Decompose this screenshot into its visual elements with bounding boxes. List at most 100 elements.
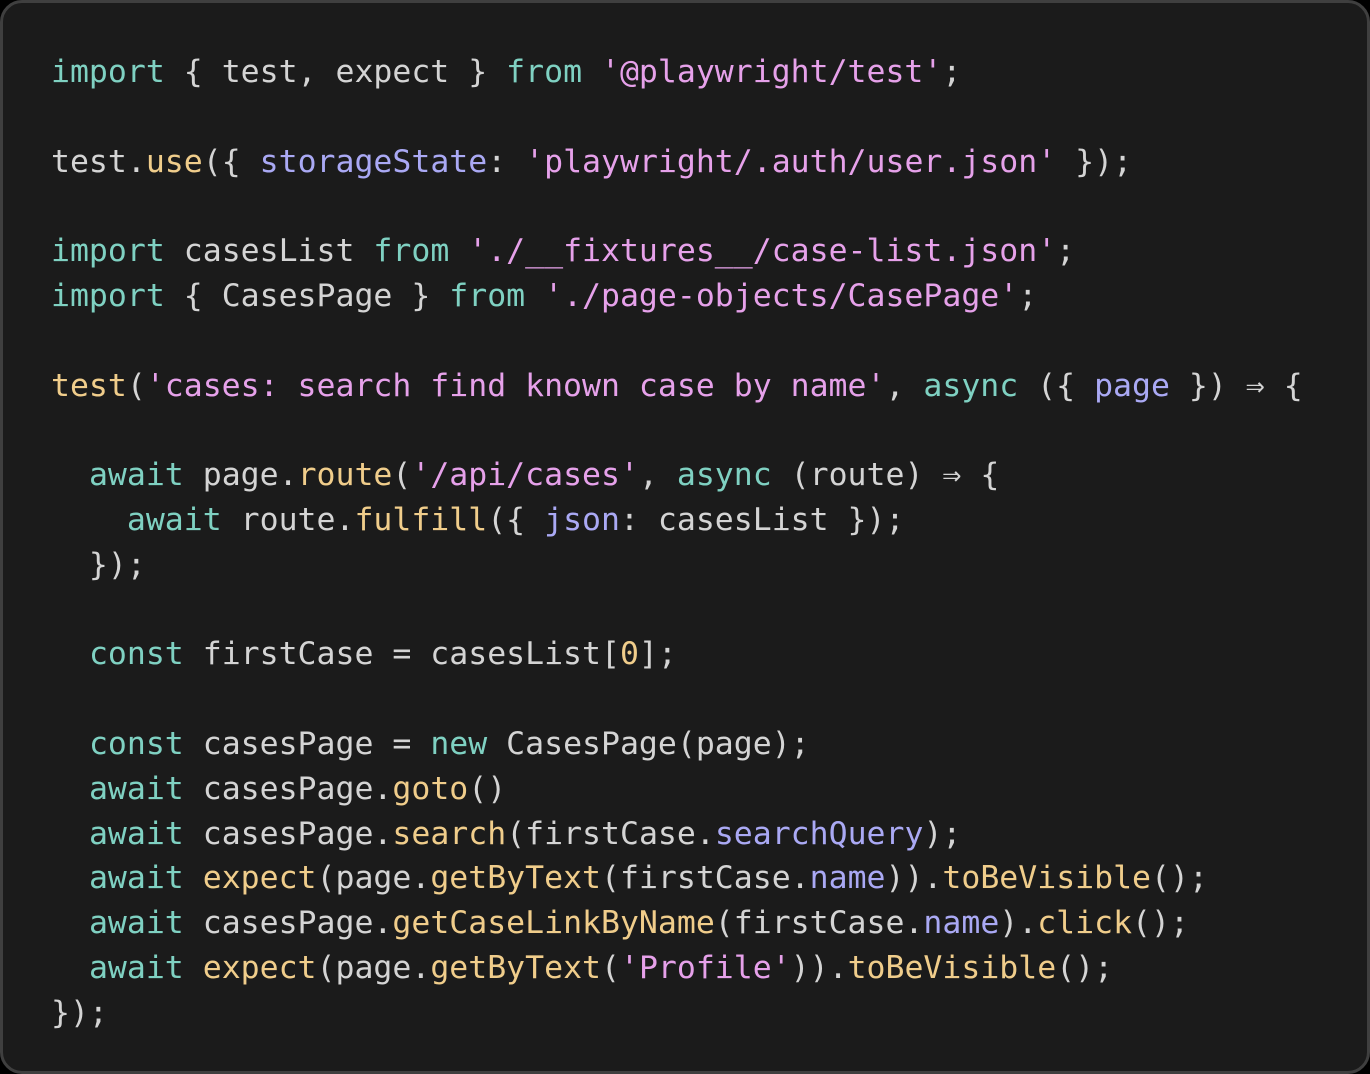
code-text: casesPage. [183,815,393,852]
code-line: const firstCase = casesList[0]; [51,632,1303,677]
code-line: test.use({ storageState: 'playwright/.au… [51,140,1303,185]
code-text: )). [885,860,943,897]
code-property: json [544,501,620,538]
code-function-name: route [297,457,393,494]
code-function-name: goto [392,770,469,807]
code-text: }); [51,994,108,1031]
code-text: casesPage. [183,770,393,807]
code-function-name: search [392,815,507,852]
code-keyword: import [51,277,165,314]
code-text: ({ [1018,367,1095,404]
code-text: (page. [316,860,431,897]
code-string: './__fixtures__/case-list.json' [468,233,1057,270]
code-line: import { test, expect } from '@playwrigh… [51,50,1303,95]
code-property: searchQuery [714,815,924,852]
code-string: 'playwright/.auth/user.json' [525,143,1057,180]
code-text: : [487,143,526,180]
code-keyword: async [676,457,772,494]
code-line: import { CasesPage } from './page-object… [51,274,1303,319]
code-string: '@playwright/test' [601,54,943,90]
code-keyword: await [88,815,184,852]
code-text: casesPage = [183,725,431,762]
code-keyword: await [88,457,184,494]
code-block[interactable]: import { test, expect } from '@playwrigh… [51,50,1303,1036]
code-function-name: expect [202,860,317,897]
code-line: await expect(page.getByText('Profile')).… [51,946,1303,991]
code-text: ; [942,54,962,90]
code-string: 'Profile' [619,949,791,986]
code-function-name: getByText [430,860,602,897]
code-keyword: from [373,233,450,270]
code-line: ​ [51,408,1303,453]
code-line: ​ [51,319,1303,364]
code-string: './page-objects/CasePage' [544,277,1019,314]
code-keyword: import [51,233,165,270]
code-property: name [923,905,1000,942]
code-keyword: new [430,725,488,762]
code-function-name: toBeVisible [847,949,1057,986]
code-text: (route) ⇒ { [771,457,1000,494]
code-string: 'cases: search find known case by name' [145,367,886,404]
code-text: ]; [638,636,677,673]
code-keyword: from [506,54,583,90]
code-text: route. [221,501,355,538]
code-function-name: expect [202,949,317,986]
code-text: (); [1132,905,1189,942]
code-text: test. [51,143,146,180]
code-text: ); [923,815,962,852]
code-text: (firstCase. [506,815,715,852]
code-function-name: use [145,143,203,180]
code-number: 0 [619,636,639,673]
code-function-name: getByText [430,949,602,986]
code-string: '/api/cases' [411,457,639,494]
code-text: (); [1056,949,1114,986]
code-keyword: await [88,949,184,986]
code-keyword: await [88,770,184,807]
code-line: import casesList from './__fixtures__/ca… [51,229,1303,274]
code-text: (firstCase. [714,905,924,942]
code-function-name: getCaseLinkByName [392,905,715,942]
code-line: await casesPage.search(firstCase.searchQ… [51,812,1303,857]
code-line: await expect(page.getByText(firstCase.na… [51,856,1303,901]
code-text: ). [999,905,1038,942]
code-keyword: from [449,277,526,314]
code-text: }) ⇒ { [1169,367,1303,404]
code-text: firstCase = casesList[ [183,636,620,673]
code-line: }); [51,991,1303,1036]
code-keyword: import [51,54,165,90]
code-line: ​ [51,184,1303,229]
code-text: casesPage. [183,905,393,942]
code-keyword: const [88,636,184,673]
code-text: () [468,770,507,807]
code-keyword: await [88,860,184,897]
code-text: ( [392,457,412,494]
code-window: import { test, expect } from '@playwrigh… [0,0,1370,1074]
code-text: ; [1018,277,1038,314]
code-text: (firstCase. [601,860,810,897]
code-text: , [885,367,924,404]
code-function-name: click [1037,905,1133,942]
code-text: ({ [202,143,260,180]
code-text: , [638,457,677,494]
code-keyword: await [126,501,222,538]
code-property: storageState [259,143,488,180]
code-property: name [809,860,886,897]
code-text: casesList [164,233,374,270]
code-line: const casesPage = new CasesPage(page); [51,722,1303,767]
code-text: : casesList }); [619,501,905,538]
code-text: ({ [487,501,545,538]
